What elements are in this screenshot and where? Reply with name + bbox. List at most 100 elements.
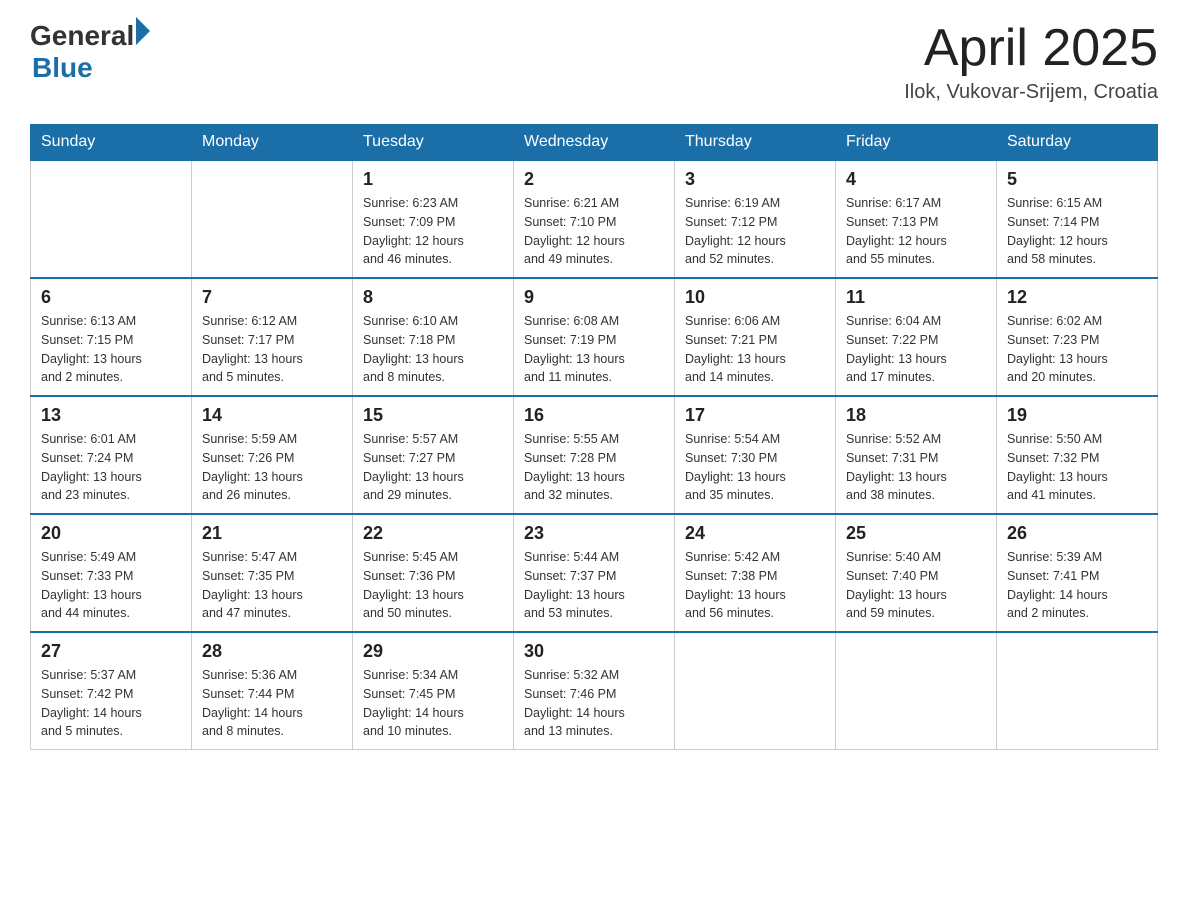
day-info: Sunrise: 5:36 AM Sunset: 7:44 PM Dayligh… [202, 666, 342, 741]
day-number: 2 [524, 169, 664, 190]
day-info: Sunrise: 6:15 AM Sunset: 7:14 PM Dayligh… [1007, 194, 1147, 269]
calendar-cell: 22 Sunrise: 5:45 AM Sunset: 7:36 PM Dayli… [353, 514, 514, 632]
day-number: 23 [524, 523, 664, 544]
calendar-cell: 17 Sunrise: 5:54 AM Sunset: 7:30 PM Dayli… [675, 396, 836, 514]
calendar-cell: 21 Sunrise: 5:47 AM Sunset: 7:35 PM Dayli… [192, 514, 353, 632]
week-row-3: 13 Sunrise: 6:01 AM Sunset: 7:24 PM Dayli… [31, 396, 1158, 514]
calendar-cell: 5 Sunrise: 6:15 AM Sunset: 7:14 PM Daylig… [997, 160, 1158, 278]
day-info: Sunrise: 5:50 AM Sunset: 7:32 PM Dayligh… [1007, 430, 1147, 505]
calendar-cell: 27 Sunrise: 5:37 AM Sunset: 7:42 PM Dayli… [31, 632, 192, 750]
day-info: Sunrise: 5:40 AM Sunset: 7:40 PM Dayligh… [846, 548, 986, 623]
calendar-cell [675, 632, 836, 750]
day-number: 11 [846, 287, 986, 308]
calendar-cell: 3Sunrise: 6:19 AM Sunset: 7:12 PM Daylig… [675, 160, 836, 278]
calendar-cell: 14 Sunrise: 5:59 AM Sunset: 7:26 PM Dayli… [192, 396, 353, 514]
day-info: Sunrise: 6:12 AM Sunset: 7:17 PM Dayligh… [202, 312, 342, 387]
logo: General Blue [30, 20, 150, 84]
day-info: Sunrise: 5:49 AM Sunset: 7:33 PM Dayligh… [41, 548, 181, 623]
calendar-cell: 26 Sunrise: 5:39 AM Sunset: 7:41 PM Dayli… [997, 514, 1158, 632]
day-number: 19 [1007, 405, 1147, 426]
title-section: April 2025 Ilok, Vukovar-Srijem, Croatia [904, 20, 1158, 104]
day-number: 14 [202, 405, 342, 426]
logo-blue: Blue [32, 52, 150, 84]
week-row-4: 20 Sunrise: 5:49 AM Sunset: 7:33 PM Dayli… [31, 514, 1158, 632]
day-info: Sunrise: 6:17 AM Sunset: 7:13 PM Dayligh… [846, 194, 986, 269]
column-header-sunday: Sunday [31, 125, 192, 161]
day-number: 8 [363, 287, 503, 308]
day-number: 30 [524, 641, 664, 662]
day-number: 27 [41, 641, 181, 662]
day-number: 5 [1007, 169, 1147, 190]
day-number: 6 [41, 287, 181, 308]
day-info: Sunrise: 5:45 AM Sunset: 7:36 PM Dayligh… [363, 548, 503, 623]
day-info: Sunrise: 5:47 AM Sunset: 7:35 PM Dayligh… [202, 548, 342, 623]
day-info: Sunrise: 6:04 AM Sunset: 7:22 PM Dayligh… [846, 312, 986, 387]
column-header-tuesday: Tuesday [353, 125, 514, 161]
day-number: 9 [524, 287, 664, 308]
day-number: 26 [1007, 523, 1147, 544]
day-number: 21 [202, 523, 342, 544]
day-info: Sunrise: 5:52 AM Sunset: 7:31 PM Dayligh… [846, 430, 986, 505]
calendar-cell [836, 632, 997, 750]
day-info: Sunrise: 5:44 AM Sunset: 7:37 PM Dayligh… [524, 548, 664, 623]
day-number: 22 [363, 523, 503, 544]
calendar-subtitle: Ilok, Vukovar-Srijem, Croatia [904, 81, 1158, 104]
day-info: Sunrise: 5:39 AM Sunset: 7:41 PM Dayligh… [1007, 548, 1147, 623]
calendar-cell: 9 Sunrise: 6:08 AM Sunset: 7:19 PM Daylig… [514, 278, 675, 396]
calendar-cell: 1 Sunrise: 6:23 AM Sunset: 7:09 PM Daylig… [353, 160, 514, 278]
day-number: 12 [1007, 287, 1147, 308]
calendar-cell: 2Sunrise: 6:21 AM Sunset: 7:10 PM Daylig… [514, 160, 675, 278]
day-number: 20 [41, 523, 181, 544]
logo-general: General [30, 20, 134, 52]
day-info: Sunrise: 6:06 AM Sunset: 7:21 PM Dayligh… [685, 312, 825, 387]
calendar-cell: 25 Sunrise: 5:40 AM Sunset: 7:40 PM Dayli… [836, 514, 997, 632]
calendar-cell: 23 Sunrise: 5:44 AM Sunset: 7:37 PM Dayli… [514, 514, 675, 632]
day-info: Sunrise: 5:37 AM Sunset: 7:42 PM Dayligh… [41, 666, 181, 741]
calendar-cell [192, 160, 353, 278]
day-number: 16 [524, 405, 664, 426]
calendar-cell: 8 Sunrise: 6:10 AM Sunset: 7:18 PM Daylig… [353, 278, 514, 396]
calendar-cell: 18Sunrise: 5:52 AM Sunset: 7:31 PM Dayli… [836, 396, 997, 514]
calendar-cell: 30 Sunrise: 5:32 AM Sunset: 7:46 PM Dayli… [514, 632, 675, 750]
day-info: Sunrise: 5:34 AM Sunset: 7:45 PM Dayligh… [363, 666, 503, 741]
day-number: 10 [685, 287, 825, 308]
day-info: Sunrise: 5:54 AM Sunset: 7:30 PM Dayligh… [685, 430, 825, 505]
day-info: Sunrise: 6:01 AM Sunset: 7:24 PM Dayligh… [41, 430, 181, 505]
day-number: 7 [202, 287, 342, 308]
calendar-cell: 15Sunrise: 5:57 AM Sunset: 7:27 PM Dayli… [353, 396, 514, 514]
day-number: 28 [202, 641, 342, 662]
week-row-2: 6 Sunrise: 6:13 AM Sunset: 7:15 PM Daylig… [31, 278, 1158, 396]
day-info: Sunrise: 6:13 AM Sunset: 7:15 PM Dayligh… [41, 312, 181, 387]
day-number: 24 [685, 523, 825, 544]
day-number: 3 [685, 169, 825, 190]
day-info: Sunrise: 6:08 AM Sunset: 7:19 PM Dayligh… [524, 312, 664, 387]
calendar-header-row: SundayMondayTuesdayWednesdayThursdayFrid… [31, 125, 1158, 161]
calendar-cell: 7 Sunrise: 6:12 AM Sunset: 7:17 PM Daylig… [192, 278, 353, 396]
column-header-friday: Friday [836, 125, 997, 161]
calendar-cell: 19 Sunrise: 5:50 AM Sunset: 7:32 PM Dayli… [997, 396, 1158, 514]
day-number: 29 [363, 641, 503, 662]
day-number: 1 [363, 169, 503, 190]
calendar-cell: 6 Sunrise: 6:13 AM Sunset: 7:15 PM Daylig… [31, 278, 192, 396]
calendar-title: April 2025 [904, 20, 1158, 77]
logo-triangle-icon [136, 17, 150, 45]
day-info: Sunrise: 6:10 AM Sunset: 7:18 PM Dayligh… [363, 312, 503, 387]
day-number: 15 [363, 405, 503, 426]
calendar-table: SundayMondayTuesdayWednesdayThursdayFrid… [30, 124, 1158, 750]
day-number: 25 [846, 523, 986, 544]
calendar-cell: 4 Sunrise: 6:17 AM Sunset: 7:13 PM Daylig… [836, 160, 997, 278]
calendar-cell [31, 160, 192, 278]
calendar-cell: 11 Sunrise: 6:04 AM Sunset: 7:22 PM Dayli… [836, 278, 997, 396]
column-header-monday: Monday [192, 125, 353, 161]
day-number: 17 [685, 405, 825, 426]
calendar-cell: 28 Sunrise: 5:36 AM Sunset: 7:44 PM Dayli… [192, 632, 353, 750]
calendar-cell: 16 Sunrise: 5:55 AM Sunset: 7:28 PM Dayli… [514, 396, 675, 514]
day-info: Sunrise: 5:42 AM Sunset: 7:38 PM Dayligh… [685, 548, 825, 623]
day-number: 13 [41, 405, 181, 426]
day-number: 4 [846, 169, 986, 190]
day-info: Sunrise: 6:23 AM Sunset: 7:09 PM Dayligh… [363, 194, 503, 269]
calendar-cell: 12Sunrise: 6:02 AM Sunset: 7:23 PM Dayli… [997, 278, 1158, 396]
day-info: Sunrise: 5:55 AM Sunset: 7:28 PM Dayligh… [524, 430, 664, 505]
day-info: Sunrise: 5:32 AM Sunset: 7:46 PM Dayligh… [524, 666, 664, 741]
day-info: Sunrise: 5:59 AM Sunset: 7:26 PM Dayligh… [202, 430, 342, 505]
